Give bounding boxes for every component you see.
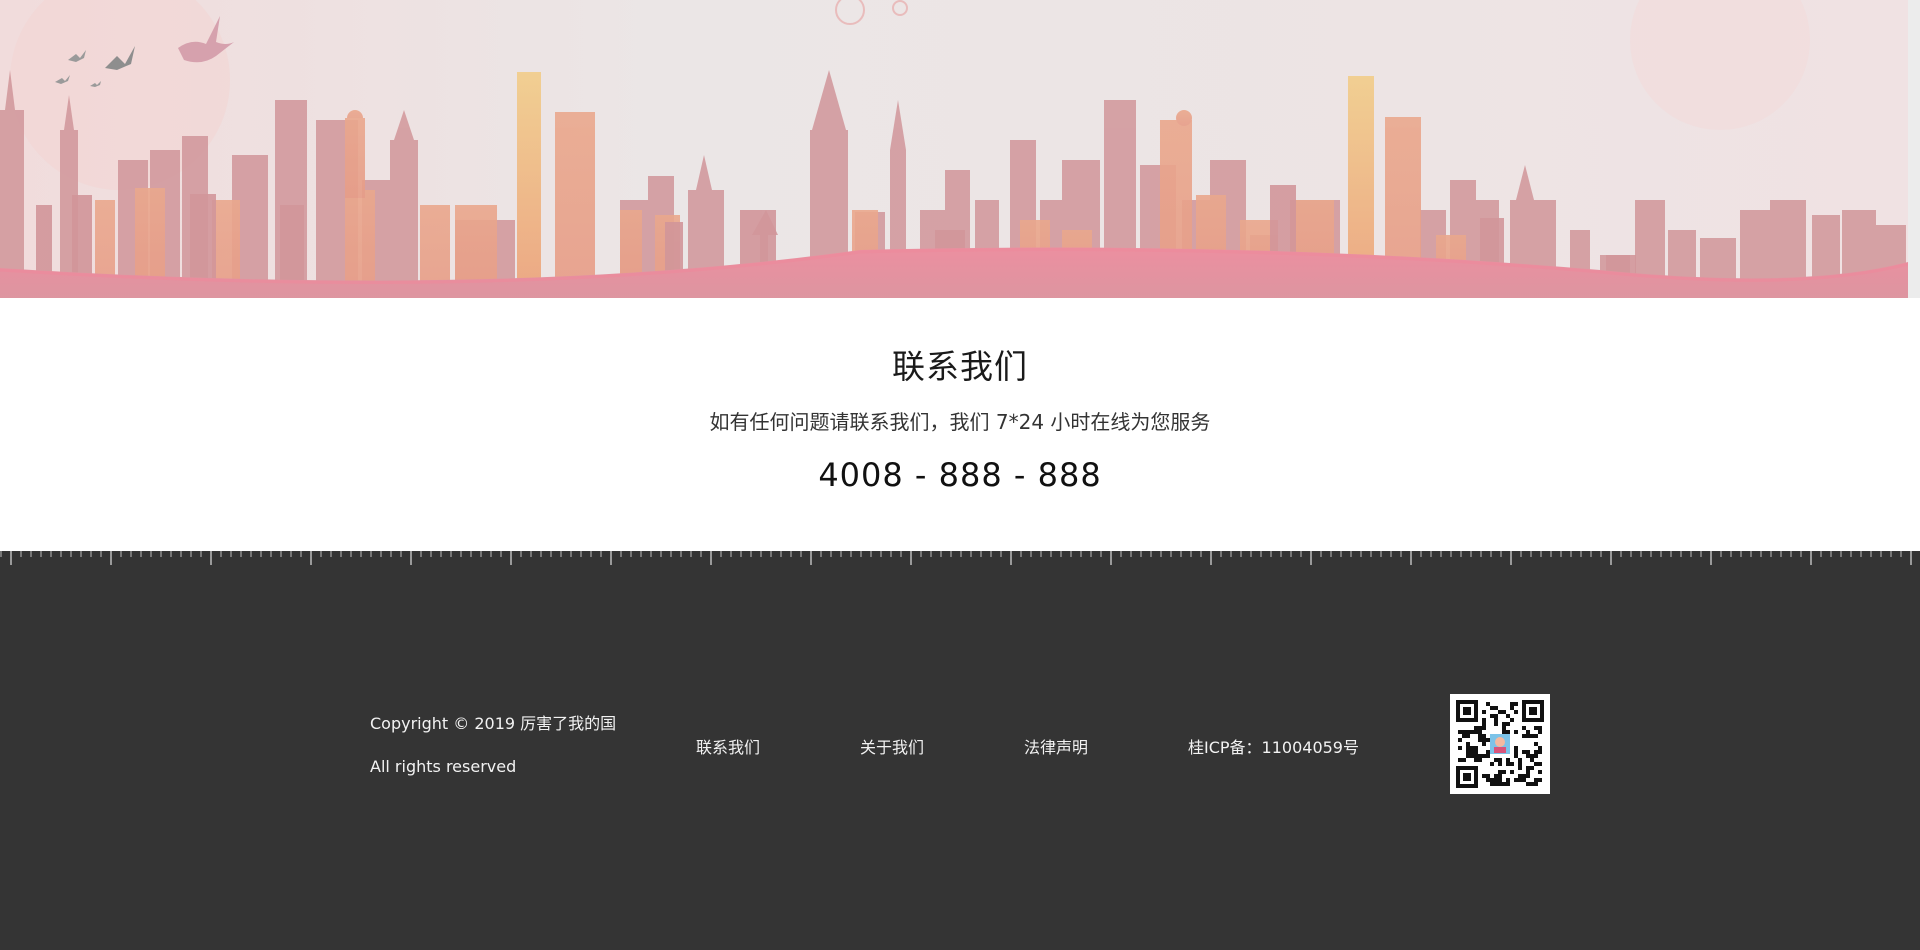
footer-link-about-us[interactable]: 关于我们 — [860, 734, 924, 758]
footer-icp-license: 桂ICP备：11004059号 — [1188, 738, 1359, 757]
qr-code-icon — [1450, 694, 1550, 794]
footer-link-contact-us[interactable]: 联系我们 — [696, 734, 760, 758]
footer-link-legal-notice[interactable]: 法律声明 — [1024, 734, 1088, 758]
contact-subtitle: 如有任何问题请联系我们，我们 7*24 小时在线为您服务 — [709, 410, 1211, 434]
site-footer: Copyright © 2019 厉害了我的国 All rights reser… — [0, 551, 1920, 950]
ruler-ticks-decoration — [0, 551, 1912, 565]
contact-phone-number: 4008 - 888 - 888 — [818, 456, 1102, 494]
banner-edge-strip — [1908, 0, 1920, 298]
footer-copyright: Copyright © 2019 厉害了我的国 — [370, 714, 617, 733]
contact-title: 联系我们 — [892, 347, 1028, 386]
footer-rights-reserved: All rights reserved — [370, 757, 517, 776]
contact-section: 联系我们 如有任何问题请联系我们，我们 7*24 小时在线为您服务 4008 -… — [0, 298, 1920, 551]
city-skyline-banner — [0, 0, 1908, 298]
